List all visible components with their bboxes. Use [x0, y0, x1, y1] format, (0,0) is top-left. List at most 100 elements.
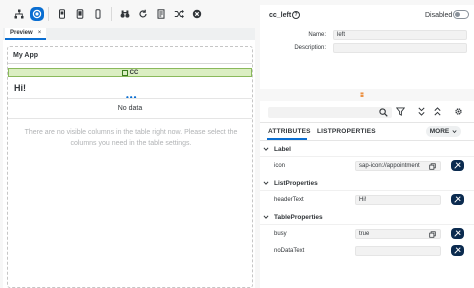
hierarchy-button[interactable] [10, 5, 28, 23]
chevron-down-icon [452, 130, 457, 134]
tab-preview-label: Preview [10, 30, 33, 36]
tab-preview[interactable]: Preview × [5, 28, 47, 40]
property-label: icon [274, 163, 286, 169]
preview-panel: Preview × My App CC Hi! ••• No data Ther… [3, 28, 255, 288]
eye-icon [32, 9, 42, 19]
row-divider [260, 156, 474, 157]
bind-button[interactable] [451, 228, 464, 239]
shuffle-icon [174, 9, 184, 19]
binoculars-icon [120, 10, 130, 18]
mobile-view-button[interactable] [89, 5, 107, 23]
close-preview-button[interactable] [188, 5, 206, 23]
bind-button[interactable] [451, 194, 464, 205]
chevron-down-icon [263, 215, 269, 219]
no-columns-message: There are no visible columns in the tabl… [24, 129, 238, 147]
toolbar-divider [260, 122, 474, 123]
close-icon [192, 9, 202, 19]
app-preview-canvas: My App CC Hi! ••• No data There are no v… [7, 46, 253, 288]
nodatatext-value-field[interactable] [355, 246, 441, 256]
link-icon [454, 162, 461, 169]
more-label: MORE [429, 128, 450, 135]
link-icon [454, 230, 461, 237]
control-header-panel: cc_left ? Disabled Name: left Descriptio… [260, 5, 474, 89]
bind-button[interactable] [451, 160, 464, 171]
group-label[interactable]: Label [260, 143, 474, 155]
collapse-all-icon[interactable] [417, 107, 426, 116]
property-value: Hi! [359, 197, 367, 203]
property-value: true [359, 231, 370, 237]
shuffle-button[interactable] [170, 5, 188, 23]
app-header-divider [8, 63, 252, 64]
property-row-headertext: headerText Hi! [260, 193, 474, 207]
phone-icon [59, 9, 65, 19]
property-row-nodatatext: noDataText [260, 244, 474, 258]
disabled-toggle[interactable] [453, 10, 469, 19]
icon-value-field[interactable]: sap-icon://appointment [355, 161, 441, 171]
property-search-input[interactable] [268, 107, 392, 118]
preview-tabstrip: Preview × [3, 28, 255, 40]
tablet-view-button[interactable] [71, 5, 89, 23]
chevron-down-icon [263, 147, 269, 151]
toolbar-separator [48, 7, 49, 21]
group-title: TableProperties [274, 213, 323, 221]
find-button[interactable] [116, 5, 134, 23]
mobile-icon [95, 9, 101, 19]
headertext-value-field[interactable]: Hi! [355, 195, 441, 205]
toolbar-separator [111, 7, 112, 21]
tab-close-icon[interactable]: × [38, 30, 42, 36]
property-label: busy [274, 231, 287, 237]
property-value: sap-icon://appointment [359, 163, 420, 169]
link-icon [454, 196, 461, 203]
row-divider [260, 190, 474, 191]
properties-panel: ATTRIBUTES LISTPROPERTIES MORE Label ico… [260, 101, 474, 288]
list-header-text: Hi! [14, 83, 26, 93]
busy-value-field[interactable]: true [355, 229, 441, 239]
name-field-label: Name: [308, 32, 326, 38]
chevron-down-icon [263, 181, 269, 185]
preview-mode-button[interactable] [30, 7, 44, 21]
app-title: My App [13, 52, 39, 59]
disabled-label: Disabled [425, 12, 453, 19]
no-data-text: No data [117, 105, 143, 112]
group-listproperties[interactable]: ListProperties [260, 177, 474, 189]
group-title: Label [274, 145, 291, 153]
gear-icon[interactable] [454, 107, 463, 116]
toggle-knob [455, 12, 460, 17]
control-icon [121, 69, 128, 76]
name-field[interactable]: left [333, 30, 467, 40]
main-toolbar [0, 0, 258, 28]
tab-attributes[interactable]: ATTRIBUTES [268, 128, 311, 135]
property-label: noDataText [274, 248, 305, 254]
search-icon[interactable] [379, 108, 388, 117]
property-row-icon: icon sap-icon://appointment [260, 159, 474, 173]
phone-view-button[interactable] [53, 5, 71, 23]
control-name: cc_left [269, 12, 292, 19]
property-label: headerText [274, 197, 304, 203]
description-field[interactable] [333, 43, 467, 53]
row-divider [260, 224, 474, 225]
tabs-divider [260, 140, 474, 141]
group-tableproperties[interactable]: TableProperties [260, 211, 474, 223]
custom-control-bar[interactable]: CC [8, 68, 252, 77]
property-row-busy: busy true [260, 227, 474, 241]
tab-listproperties[interactable]: LISTPROPERTIES [317, 128, 376, 135]
copy-icon[interactable] [429, 231, 436, 238]
tablet-icon [76, 9, 84, 19]
custom-control-label: CC [129, 69, 139, 76]
splitter-handle[interactable]: ⁞⁞⁞ [360, 93, 364, 99]
help-icon[interactable]: ? [292, 11, 300, 19]
document-icon [157, 9, 165, 19]
expand-all-icon[interactable] [433, 107, 442, 116]
refresh-icon [139, 9, 147, 18]
group-title: ListProperties [274, 179, 318, 187]
copy-icon[interactable] [429, 163, 436, 170]
refresh-button[interactable] [134, 5, 152, 23]
table-divider [8, 118, 252, 119]
bind-button[interactable] [451, 245, 464, 256]
more-tabs-button[interactable]: MORE [426, 126, 461, 137]
table-header-divider [8, 98, 252, 99]
link-icon [454, 247, 461, 254]
filter-icon[interactable] [396, 107, 405, 116]
document-button[interactable] [152, 5, 170, 23]
hierarchy-icon [14, 9, 24, 19]
